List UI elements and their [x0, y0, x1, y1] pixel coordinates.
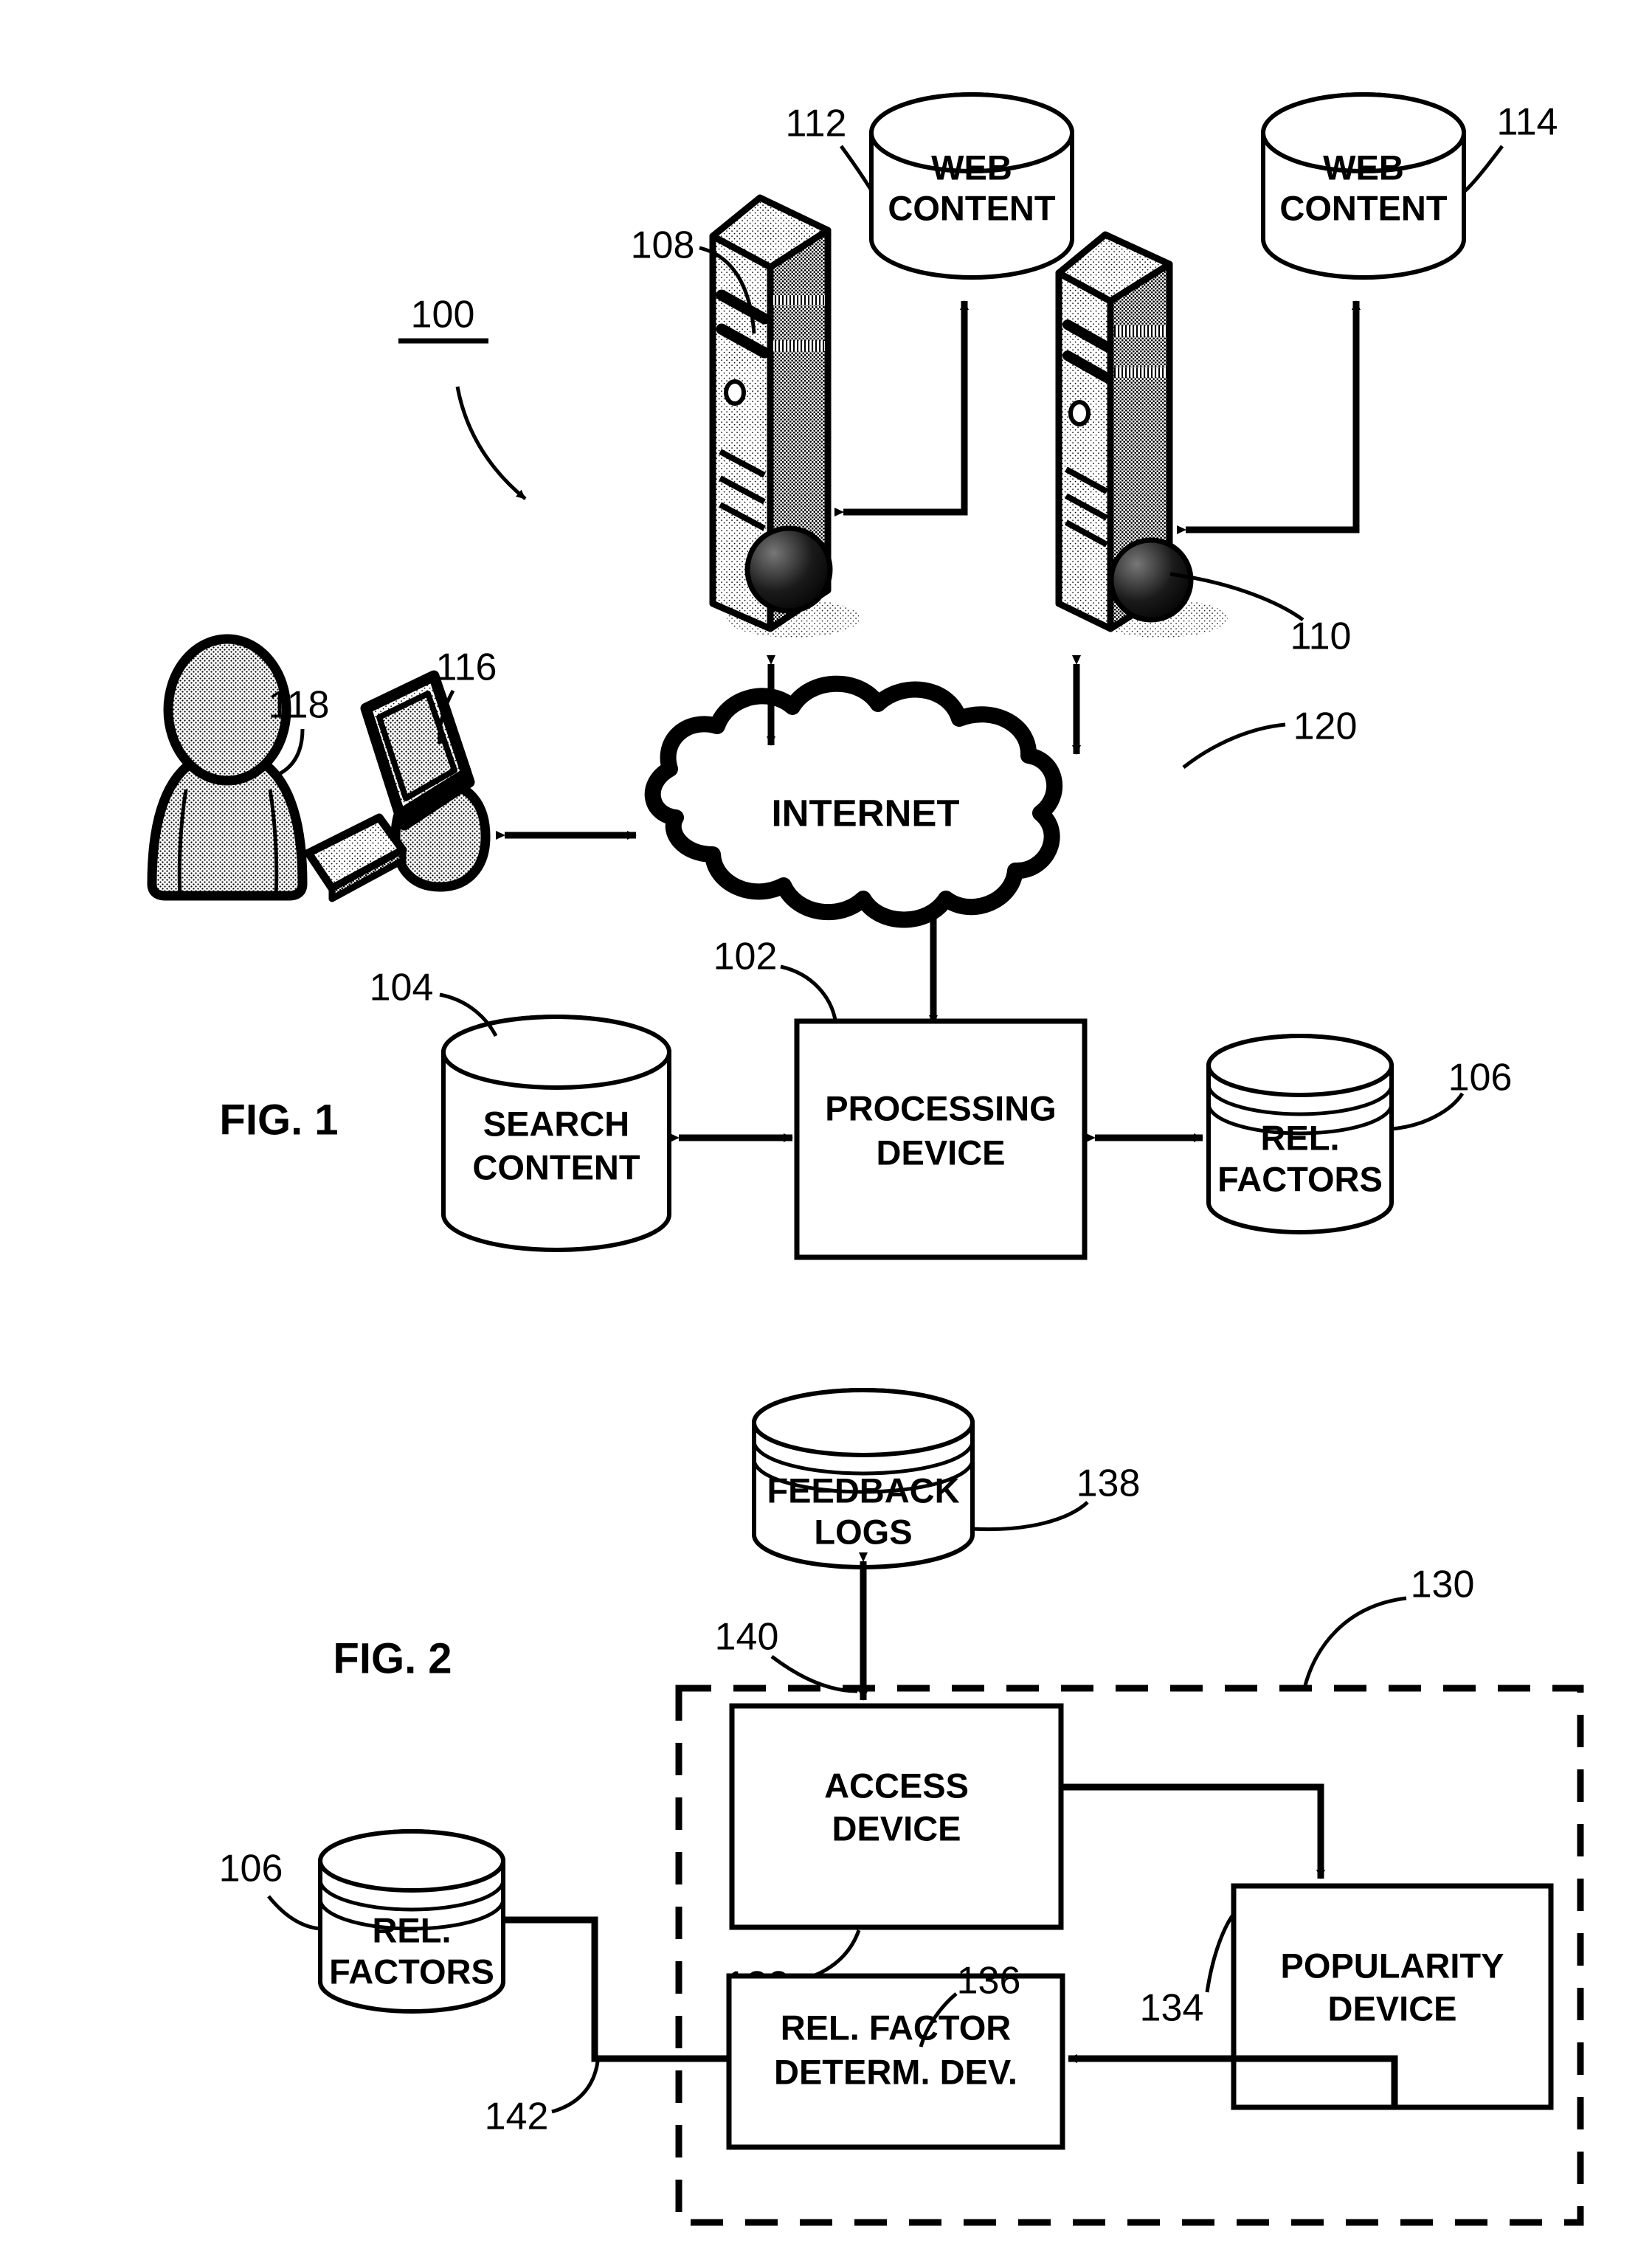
system-ref-100-leader-arrow [455, 386, 527, 500]
ref-112: 112 [786, 103, 847, 145]
rel-factor-determ-line2: DETERM. DEV. [774, 2052, 1017, 2091]
ref-116: 116 [436, 646, 497, 689]
figure-1-group: 100 WEB CONTENT 112 WEB CONTENT 114 108 … [147, 92, 1558, 1260]
ref-130: 130 [1411, 1564, 1475, 1606]
web-content-cylinder-112: WEB CONTENT [869, 92, 1074, 280]
patent-figures-svg: 100 WEB CONTENT 112 WEB CONTENT 114 108 … [147, 92, 1584, 2226]
link-server110-webcontent114 [1177, 300, 1361, 534]
ref-114-leader [1462, 145, 1504, 193]
processing-device-line1: PROCESSING [825, 1088, 1056, 1127]
rel-factors-fig2-line2: FACTORS [329, 1952, 494, 1991]
internet-cloud-label: INTERNET [772, 792, 960, 834]
web-content-114-line1: WEB [1323, 148, 1404, 187]
processing-device-line2: DEVICE [877, 1133, 1006, 1172]
ref-104: 104 [370, 967, 434, 1009]
ref-120: 120 [1293, 705, 1358, 748]
link-access-device-popularity-device [1061, 1783, 1325, 1879]
access-device-line2: DEVICE [832, 1808, 961, 1848]
rel-factors-cylinder-106-fig1: REL. FACTORS [1206, 1034, 1394, 1234]
ref-102: 102 [713, 936, 778, 978]
popularity-device-line1: POPULARITY [1281, 1946, 1504, 1985]
link-rel-factor-determ-rel-factors [492, 1915, 729, 2062]
link-server108-webcontent112 [834, 300, 969, 516]
ref-120-leader [1182, 722, 1286, 769]
search-content-cylinder-104: SEARCH CONTENT [441, 1015, 671, 1252]
rel-factors-fig2-line1: REL. [372, 1910, 451, 1949]
search-content-line1: SEARCH [483, 1104, 629, 1143]
web-content-cylinder-114: WEB CONTENT [1261, 92, 1466, 280]
server-tower-108 [709, 194, 860, 638]
ref-108: 108 [631, 224, 695, 267]
ref-110: 110 [1290, 615, 1352, 658]
access-device-line1: ACCESS [824, 1766, 969, 1805]
ref-106-fig2: 106 [219, 1848, 283, 1890]
feedback-logs-line2: LOGS [814, 1512, 912, 1551]
ref-134: 134 [1140, 1987, 1204, 2030]
web-content-112-line2: CONTENT [888, 188, 1055, 227]
ref-136: 136 [957, 1960, 1021, 2003]
feedback-logs-line1: FEEDBACK [767, 1471, 959, 1510]
ref-112-leader [839, 145, 874, 192]
ref-138: 138 [1076, 1462, 1141, 1505]
ref-102-leader [780, 964, 837, 1020]
figure-1-caption: FIG. 1 [219, 1096, 338, 1144]
ref-140: 140 [715, 1616, 779, 1659]
internet-cloud-120: INTERNET [644, 675, 1063, 928]
popularity-device-line2: DEVICE [1328, 1989, 1457, 2028]
access-device-box-132: ACCESS DEVICE [729, 1703, 1064, 1930]
processing-device-box-102: PROCESSING DEVICE [794, 1018, 1088, 1260]
rel-factor-determ-line1: REL. FACTOR [781, 2008, 1011, 2047]
search-content-line2: CONTENT [472, 1147, 640, 1186]
ref-142-leader [551, 2061, 600, 2114]
rel-factors-fig1-line2: FACTORS [1217, 1159, 1383, 1198]
ref-130-leader [1302, 1596, 1407, 1689]
ref-106-fig2-leader [267, 1895, 321, 1931]
system-ref-100: 100 [411, 294, 475, 336]
patent-drawing-sheet: 100 WEB CONTENT 112 WEB CONTENT 114 108 … [0, 0, 1652, 2263]
web-content-112-line1: WEB [931, 148, 1012, 187]
ref-142: 142 [485, 2096, 549, 2138]
user-person-118 [147, 634, 308, 901]
ref-118: 118 [269, 684, 330, 727]
figure-2-group: FEEDBACK LOGS 138 FIG. 2 130 140 ACCESS … [219, 1388, 1584, 2226]
figure-2-caption: FIG. 2 [333, 1634, 452, 1682]
ref-138-leader [972, 1501, 1089, 1532]
ref-114: 114 [1497, 101, 1558, 144]
rel-factors-fig1-line1: REL. [1260, 1118, 1339, 1157]
feedback-logs-cylinder-138: FEEDBACK LOGS [752, 1388, 975, 1569]
server-tower-110 [1055, 231, 1228, 638]
ref-106-fig1: 106 [1448, 1057, 1513, 1099]
web-content-114-line2: CONTENT [1279, 188, 1447, 227]
desktop-computer-116 [304, 670, 491, 902]
rel-factors-cylinder-106-fig2: REL. FACTORS [318, 1829, 505, 2014]
ref-134-leader [1205, 1913, 1236, 1993]
